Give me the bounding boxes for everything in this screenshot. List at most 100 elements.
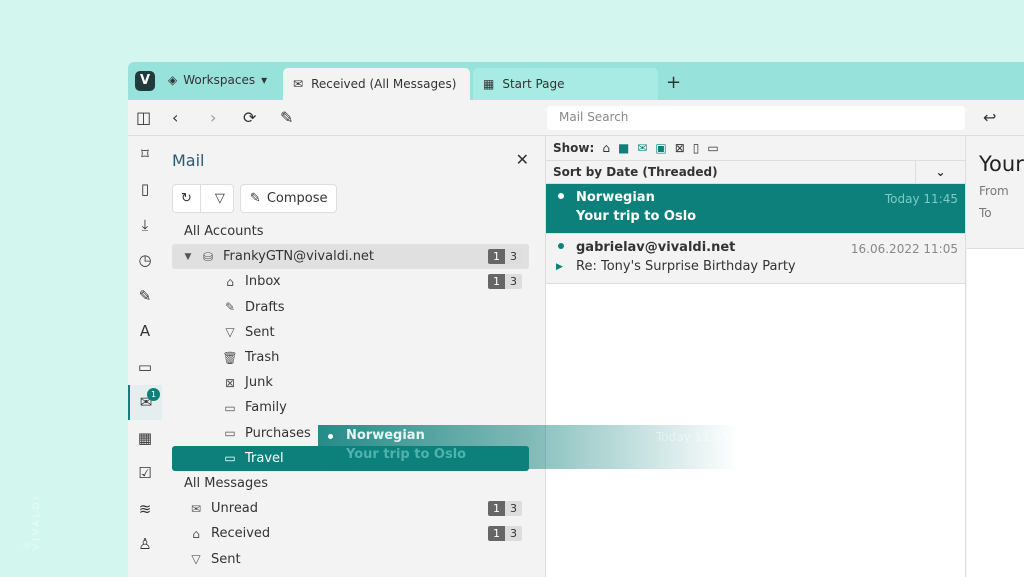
account-name: FrankyGTN@vivaldi.net bbox=[223, 249, 375, 265]
dragged-message: Norwegian Your trip to Oslo Today 11:45 bbox=[318, 425, 738, 469]
message-subject: Re: Tony's Surprise Birthday Party bbox=[576, 259, 796, 274]
folder-junk[interactable]: ⊠ Junk bbox=[172, 370, 529, 395]
folder-icon: ▭ bbox=[224, 451, 236, 466]
message-subject: Your trip to Oslo bbox=[576, 209, 697, 224]
reading-list-icon[interactable]: ▯ bbox=[128, 172, 162, 208]
tasks-icon[interactable]: ☑ bbox=[128, 456, 162, 492]
message-list: Show: ⌂ ■ ✉ ▣ ⊠ ▯ ▭ Sort by Date (Threaded) ⌄ N… bbox=[546, 136, 966, 577]
downloads-icon[interactable]: ⤓ bbox=[128, 207, 162, 243]
count-badge: 13 bbox=[488, 274, 522, 290]
folder-label: Drafts bbox=[245, 299, 285, 315]
translate-icon[interactable]: A bbox=[128, 314, 162, 350]
sort-label: Sort by Date (Threaded) bbox=[553, 165, 718, 179]
folder-icon: ▭ bbox=[224, 400, 236, 415]
grid-icon: ▦ bbox=[483, 77, 495, 91]
reply-icon[interactable]: ↩ bbox=[983, 108, 996, 127]
count-badge: 13 bbox=[488, 526, 522, 542]
archive-filter-icon[interactable]: ▭ bbox=[707, 141, 718, 155]
sidebar-icons: ⌑ ▯ ⤓ ◷ ✎ A ▭ ✉ 1 ▦ ☑ ≋ ♙ bbox=[128, 136, 162, 577]
unread-dot bbox=[328, 434, 333, 439]
trash-filter-icon[interactable]: ▯ bbox=[693, 141, 700, 155]
view-received[interactable]: ⌂ Received 1 3 bbox=[172, 521, 529, 546]
show-label: Show: bbox=[553, 141, 595, 155]
account-row[interactable]: ▼ ⛁ FrankyGTN@vivaldi.net 1 3 bbox=[172, 244, 529, 270]
tab-start-page[interactable]: ▦ Start Page bbox=[473, 68, 658, 100]
folder-inbox[interactable]: ⌂ Inbox 1 3 bbox=[172, 269, 529, 294]
sent-icon: ▽ bbox=[225, 325, 235, 340]
mailing-list-filter-icon[interactable]: ✉ bbox=[637, 141, 647, 155]
folder-label: Family bbox=[245, 400, 287, 416]
compose-button[interactable]: ✎ Compose bbox=[239, 184, 338, 213]
junk-filter-icon[interactable]: ⊠ bbox=[675, 141, 685, 155]
drag-date: Today 11:45 bbox=[656, 430, 730, 444]
count-badge: 13 bbox=[488, 501, 522, 517]
window-icon[interactable]: ▭ bbox=[128, 349, 162, 385]
view-sent[interactable]: ▽ Sent bbox=[172, 546, 529, 571]
unread-icon: ✉ bbox=[190, 501, 202, 516]
show-filter-bar: Show: ⌂ ■ ✉ ▣ ⊠ ▯ ▭ bbox=[546, 136, 965, 161]
tab-received[interactable]: ✉ Received (All Messages) bbox=[283, 68, 470, 100]
mail-search-input[interactable]: Mail Search bbox=[547, 106, 965, 130]
compose-label: Compose bbox=[266, 191, 328, 206]
to-label: To bbox=[979, 206, 992, 220]
feeds-filter-icon[interactable]: ▣ bbox=[655, 141, 666, 155]
folder-trash[interactable]: 🗑︎ Trash bbox=[172, 345, 529, 370]
layers-icon: ◈ bbox=[168, 73, 178, 87]
notes-icon[interactable]: ✎ bbox=[128, 278, 162, 314]
bookmarks-icon[interactable]: ⌑ bbox=[128, 136, 162, 172]
folder-family[interactable]: ▭ Family bbox=[172, 395, 529, 420]
workspaces-button[interactable]: ◈ Workspaces ▾ bbox=[168, 73, 267, 87]
drag-subject: Your trip to Oslo bbox=[346, 447, 467, 462]
history-icon[interactable]: ◷ bbox=[128, 243, 162, 279]
message-title: Your bbox=[979, 152, 1024, 176]
vivaldi-menu-button[interactable]: V bbox=[135, 71, 155, 91]
message-date: 16.06.2022 11:05 bbox=[850, 242, 958, 256]
panel-title: Mail bbox=[172, 151, 205, 170]
tab-label: Received (All Messages) bbox=[311, 77, 457, 91]
view-label: Unread bbox=[211, 501, 259, 517]
drafts-icon: ✎ bbox=[224, 300, 236, 315]
message-row[interactable]: Norwegian Your trip to Oslo Today 11:45 bbox=[546, 184, 965, 234]
feeds-icon[interactable]: ≋ bbox=[128, 491, 162, 527]
reload-button[interactable]: ⟳ bbox=[243, 108, 256, 127]
trash-icon: 🗑︎ bbox=[222, 350, 238, 365]
database-icon: ⛁ bbox=[202, 249, 214, 264]
folder-sent[interactable]: ▽ Sent bbox=[172, 320, 529, 345]
compose-icon: ✎ bbox=[249, 191, 261, 206]
send-button[interactable]: ▽ bbox=[207, 191, 233, 206]
view-unread[interactable]: ✉ Unread 1 3 bbox=[172, 496, 529, 521]
count-badge: 13 bbox=[488, 249, 522, 265]
received-icon: ⌂ bbox=[192, 526, 200, 541]
thread-expand-icon[interactable]: ▶ bbox=[556, 262, 563, 272]
back-button[interactable]: ‹ bbox=[172, 108, 178, 127]
calendar-icon[interactable]: ▦ bbox=[128, 420, 162, 456]
all-messages-heading: All Messages bbox=[184, 475, 268, 491]
caret-down-icon[interactable]: ▼ bbox=[180, 252, 196, 262]
message-date: Today 11:45 bbox=[884, 192, 958, 206]
panel-toggle-icon[interactable]: ◫ bbox=[136, 108, 151, 127]
caret-down-icon: ▾ bbox=[261, 73, 268, 87]
mail-icon: ✉ bbox=[293, 77, 304, 91]
folder-icon: ▭ bbox=[224, 426, 236, 441]
mail-icon[interactable]: ✉ 1 bbox=[128, 384, 162, 420]
folder-label: Junk bbox=[245, 375, 273, 391]
sent-icon: ▽ bbox=[191, 552, 201, 567]
all-accounts-heading: All Accounts bbox=[184, 224, 264, 240]
chevron-down-icon[interactable]: ⌄ bbox=[915, 161, 965, 184]
compose-icon[interactable]: ✎ bbox=[280, 108, 293, 127]
sort-select[interactable]: Sort by Date (Threaded) ⌄ bbox=[546, 161, 965, 184]
folder-label: Inbox bbox=[245, 274, 281, 290]
folder-drafts[interactable]: ✎ Drafts bbox=[172, 295, 529, 320]
close-icon[interactable]: ✕ bbox=[516, 150, 529, 169]
message-row[interactable]: ▶ gabrielav@vivaldi.net Re: Tony's Surpris… bbox=[546, 234, 965, 284]
refresh-button[interactable]: ↻ bbox=[173, 185, 201, 212]
contacts-icon[interactable]: ♙ bbox=[128, 527, 162, 563]
forward-button[interactable]: › bbox=[210, 108, 216, 127]
received-filter-icon[interactable]: ⌂ bbox=[602, 141, 610, 155]
folder-label: Travel bbox=[245, 450, 284, 466]
new-tab-button[interactable]: + bbox=[666, 72, 681, 93]
toolbar: ◫ ‹ › ⟳ ✎ Mail Search ↩ bbox=[128, 100, 1024, 136]
browser-window: V ◈ Workspaces ▾ ✉ Received (All Messages) … bbox=[128, 62, 1024, 577]
tab-label: Start Page bbox=[502, 77, 565, 91]
folder-filter-icon[interactable]: ■ bbox=[618, 141, 629, 155]
